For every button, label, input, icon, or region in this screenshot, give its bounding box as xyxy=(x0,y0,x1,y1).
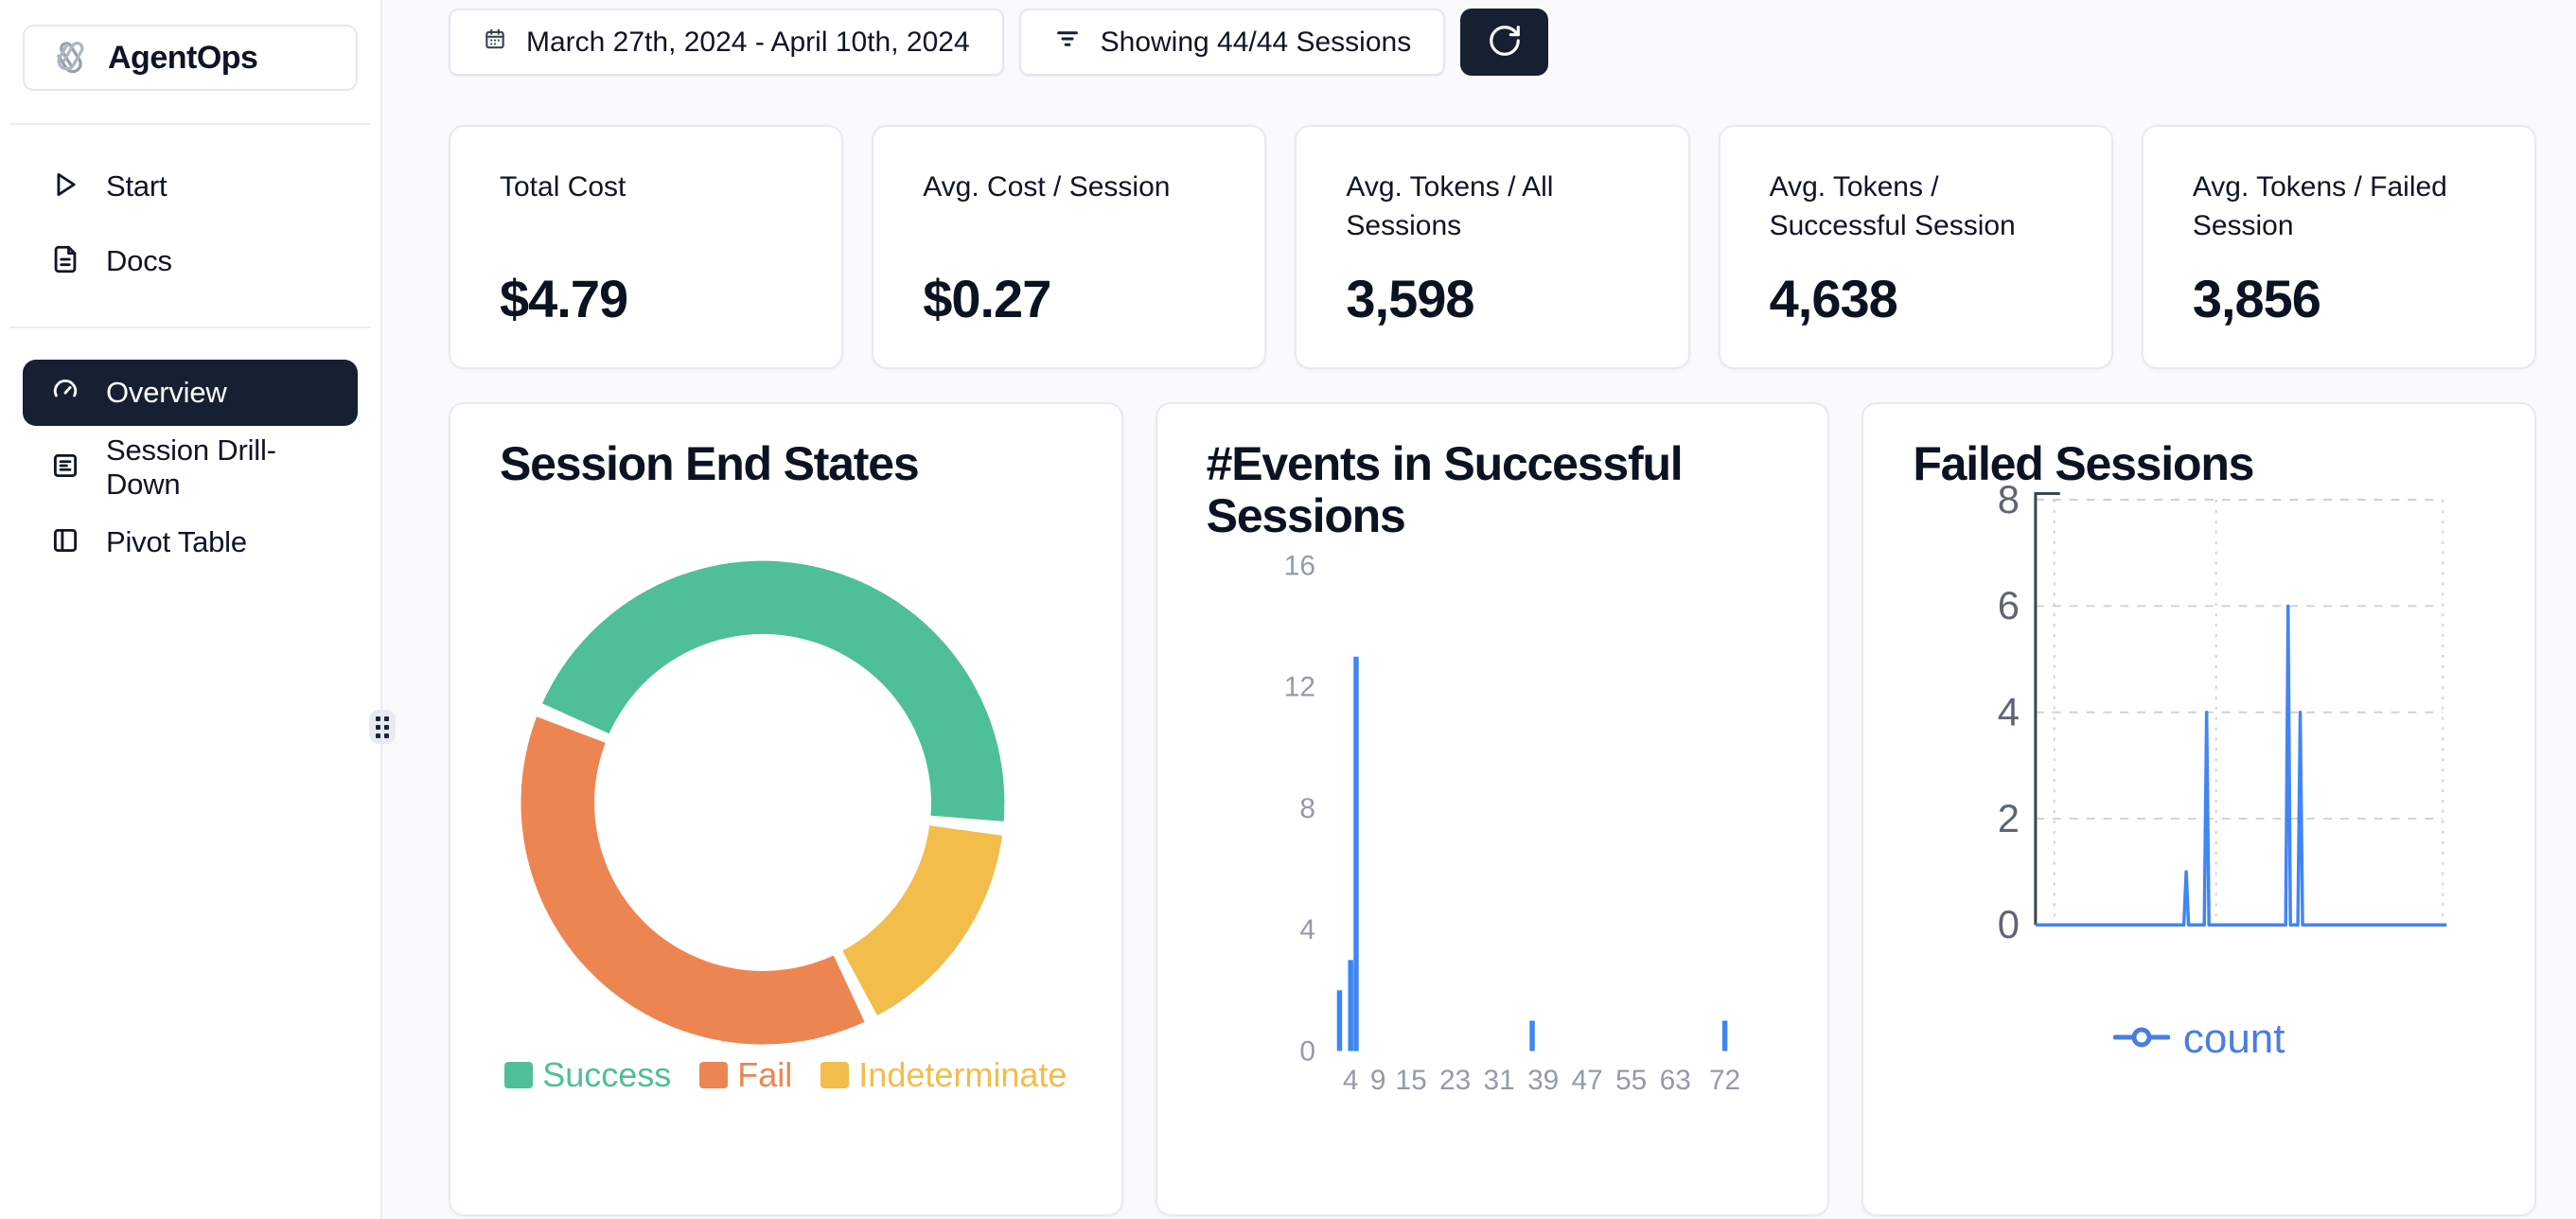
svg-text:12: 12 xyxy=(1283,672,1314,703)
svg-text:4: 4 xyxy=(1998,690,2020,734)
svg-text:63: 63 xyxy=(1659,1065,1690,1096)
stat-value: 3,856 xyxy=(2193,268,2485,329)
svg-text:4: 4 xyxy=(1299,914,1315,945)
events-bar-chart: 0481216491523313947556372 xyxy=(1157,404,1828,1214)
calendar-icon xyxy=(483,26,507,59)
svg-text:47: 47 xyxy=(1571,1065,1602,1096)
sidebar-item-session-drill-down[interactable]: Session Drill-Down xyxy=(23,434,358,501)
sidebar-item-label: Start xyxy=(106,169,167,203)
stat-label: Avg. Tokens / Failed Session xyxy=(2193,168,2485,245)
toolbar: March 27th, 2024 - April 10th, 2024 Show… xyxy=(449,9,2536,76)
stat-label: Avg. Cost / Session xyxy=(923,168,1215,207)
list-box-icon xyxy=(49,450,81,486)
sidebar-divider-main xyxy=(9,327,371,328)
svg-text:0: 0 xyxy=(1299,1035,1315,1067)
stat-card-avg-cost-session: Avg. Cost / Session $0.27 xyxy=(872,125,1266,369)
count-legend[interactable]: count xyxy=(1863,1016,2534,1063)
stats-row: Total Cost $4.79 Avg. Cost / Session $0.… xyxy=(449,125,2536,369)
svg-text:8: 8 xyxy=(1998,477,2020,521)
sidebar-nav-main: Overview Session Drill-Down xyxy=(0,360,380,575)
filter-lines-icon xyxy=(1053,25,1082,61)
stat-value: $0.27 xyxy=(923,268,1215,329)
sidebar-resize-handle[interactable] xyxy=(369,710,396,744)
paperclips-logo-icon xyxy=(49,34,93,82)
stat-card-avg-tokens-successful: Avg. Tokens / Successful Session 4,638 xyxy=(1719,125,2113,369)
agentops-dashboard: AgentOps Start Docs xyxy=(0,0,2576,1219)
stat-value: $4.79 xyxy=(500,268,792,329)
svg-text:39: 39 xyxy=(1527,1065,1559,1096)
svg-text:0: 0 xyxy=(1998,902,2020,946)
sidebar-item-label: Session Drill-Down xyxy=(106,433,331,502)
stat-card-total-cost: Total Cost $4.79 xyxy=(449,125,843,369)
stat-value: 3,598 xyxy=(1346,268,1638,329)
legend-item-fail[interactable]: Fail xyxy=(699,1055,792,1095)
sidebar-nav-top: Start Docs xyxy=(0,153,380,294)
svg-text:4: 4 xyxy=(1343,1065,1359,1096)
stat-card-avg-tokens-failed: Avg. Tokens / Failed Session 3,856 xyxy=(2142,125,2536,369)
svg-text:15: 15 xyxy=(1395,1065,1426,1096)
legend-label: count xyxy=(2183,1016,2285,1063)
stat-value: 4,638 xyxy=(1770,268,2062,329)
svg-text:16: 16 xyxy=(1283,551,1314,582)
sidebar-item-label: Overview xyxy=(106,376,227,410)
gauge-icon xyxy=(49,375,81,412)
svg-text:72: 72 xyxy=(1709,1065,1740,1096)
date-range-button[interactable]: March 27th, 2024 - April 10th, 2024 xyxy=(449,9,1004,76)
sidebar-item-label: Pivot Table xyxy=(106,525,247,559)
stat-label: Avg. Tokens / Successful Session xyxy=(1770,168,2062,245)
line-marker-icon xyxy=(2113,1025,2170,1054)
legend-label: Success xyxy=(542,1055,671,1095)
legend-swatch-fail xyxy=(699,1062,728,1088)
stat-label: Total Cost xyxy=(500,168,792,207)
svg-text:6: 6 xyxy=(1998,583,2020,627)
refresh-icon xyxy=(1487,23,1523,62)
legend-item-indeterminate[interactable]: Indeterminate xyxy=(820,1055,1067,1095)
sessions-filter-label: Showing 44/44 Sessions xyxy=(1101,26,1412,59)
sidebar-item-pivot-table[interactable]: Pivot Table xyxy=(23,509,358,575)
svg-text:9: 9 xyxy=(1370,1065,1386,1096)
svg-text:2: 2 xyxy=(1998,796,2020,840)
svg-text:31: 31 xyxy=(1483,1065,1514,1096)
sidebar-divider-top xyxy=(9,123,371,125)
sidebar-item-start[interactable]: Start xyxy=(23,153,358,220)
events-histogram-card: #Events in Successful Sessions 048121649… xyxy=(1156,402,1830,1216)
play-icon xyxy=(49,168,81,205)
legend-item-success[interactable]: Success xyxy=(504,1055,671,1095)
svg-text:23: 23 xyxy=(1439,1065,1471,1096)
app-title: AgentOps xyxy=(108,40,257,77)
document-icon xyxy=(49,243,81,280)
legend-swatch-success xyxy=(504,1062,533,1088)
sidebar-item-overview[interactable]: Overview xyxy=(23,360,358,426)
svg-text:55: 55 xyxy=(1615,1065,1647,1096)
app-logo[interactable]: AgentOps xyxy=(23,25,358,91)
legend-swatch-indeterminate xyxy=(820,1062,849,1088)
svg-text:8: 8 xyxy=(1299,793,1315,824)
charts-row: Session End States Success Fail Indeterm… xyxy=(449,402,2536,1216)
legend-label: Indeterminate xyxy=(858,1055,1067,1095)
sidebar-item-docs[interactable]: Docs xyxy=(23,228,358,294)
legend-label: Fail xyxy=(737,1055,792,1095)
failed-sessions-line-chart: 0 2 4 6 8 xyxy=(1863,404,2534,1214)
sessions-filter-button[interactable]: Showing 44/44 Sessions xyxy=(1019,9,1446,76)
donut-legend: Success Fail Indeterminate xyxy=(450,1055,1121,1095)
stat-card-avg-tokens-all: Avg. Tokens / All Sessions 3,598 xyxy=(1295,125,1689,369)
panel-left-icon xyxy=(49,524,81,561)
date-range-label: March 27th, 2024 - April 10th, 2024 xyxy=(526,26,970,59)
sidebar: AgentOps Start Docs xyxy=(0,0,382,1219)
main-content: March 27th, 2024 - April 10th, 2024 Show… xyxy=(384,0,2576,1219)
refresh-button[interactable] xyxy=(1460,9,1548,76)
session-end-states-card: Session End States Success Fail Indeterm… xyxy=(449,402,1123,1216)
failed-sessions-card: Failed Sessions 02468 count xyxy=(1861,402,2536,1216)
stat-label: Avg. Tokens / All Sessions xyxy=(1346,168,1638,245)
sidebar-item-label: Docs xyxy=(106,244,172,278)
